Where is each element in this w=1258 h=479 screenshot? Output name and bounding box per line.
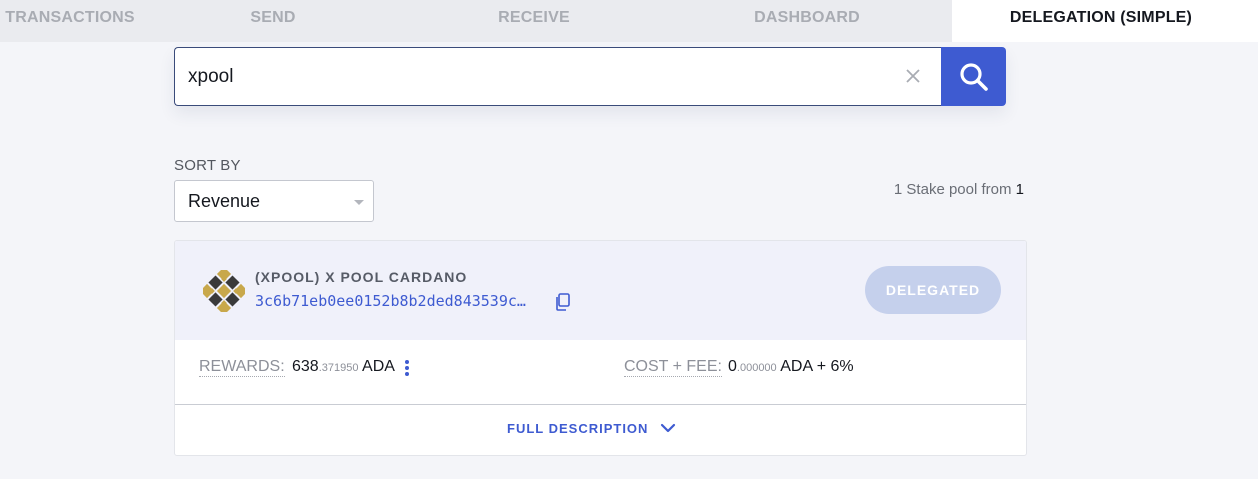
- pool-stats: REWARDS: 638.371950 ADA COST + FEE: 0.00…: [175, 340, 1026, 405]
- cost-decimals: .000000: [736, 362, 777, 374]
- tab-bar: TRANSACTIONS SEND RECEIVE DASHBOARD DELE…: [0, 0, 1258, 42]
- rewards-decimals: .371950: [318, 362, 359, 374]
- delegated-button[interactable]: DELEGATED: [865, 266, 1001, 314]
- sort-selected-value: Revenue: [188, 191, 261, 211]
- close-icon: [906, 69, 920, 83]
- sort-by-label: SORT BY: [174, 157, 241, 174]
- pool-count: 1 Stake pool from 1: [894, 181, 1024, 198]
- copy-icon[interactable]: [554, 292, 572, 312]
- cost-fee-label: COST + FEE:: [624, 358, 722, 377]
- cost-integer: 0: [728, 358, 737, 375]
- cost-fee-value: 0.000000 ADA + 6%: [728, 358, 854, 377]
- cost-suffix: ADA + 6%: [780, 358, 854, 375]
- stake-pool-card: (XPOOL) X POOL CARDANO 3c6b71eb0ee0152b8…: [174, 240, 1027, 456]
- tab-send[interactable]: SEND: [140, 0, 406, 42]
- caret-down-icon: [354, 200, 364, 205]
- search-icon: [959, 62, 988, 91]
- tab-dashboard[interactable]: DASHBOARD: [662, 0, 952, 42]
- pool-id: 3c6b71eb0ee0152b8b2ded843539c…: [255, 292, 526, 310]
- tab-delegation-simple[interactable]: DELEGATION (SIMPLE): [952, 0, 1258, 42]
- pool-card-header: (XPOOL) X POOL CARDANO 3c6b71eb0ee0152b8…: [175, 241, 1026, 340]
- rewards-label: REWARDS:: [199, 358, 285, 377]
- pool-logo: [203, 270, 245, 312]
- rewards-unit: ADA: [362, 358, 395, 375]
- chevron-down-icon: [660, 423, 676, 433]
- full-description-toggle[interactable]: FULL DESCRIPTION: [175, 405, 1026, 455]
- tab-transactions[interactable]: TRANSACTIONS: [0, 0, 140, 42]
- full-description-label: FULL DESCRIPTION: [507, 421, 649, 436]
- rewards-value: 638.371950 ADA: [292, 358, 395, 377]
- search-bar: [174, 47, 1006, 106]
- clear-search-button[interactable]: [900, 63, 926, 89]
- pool-name: (XPOOL) X POOL CARDANO: [255, 269, 468, 285]
- sort-select[interactable]: Revenue: [174, 180, 374, 222]
- more-vertical-icon[interactable]: [404, 359, 410, 377]
- search-button[interactable]: [941, 47, 1006, 106]
- pool-count-text: 1 Stake pool from: [893, 181, 1016, 198]
- pool-count-total: 1: [1015, 181, 1024, 198]
- tab-receive[interactable]: RECEIVE: [406, 0, 662, 42]
- search-input[interactable]: [174, 47, 941, 106]
- rewards-integer: 638: [292, 358, 319, 375]
